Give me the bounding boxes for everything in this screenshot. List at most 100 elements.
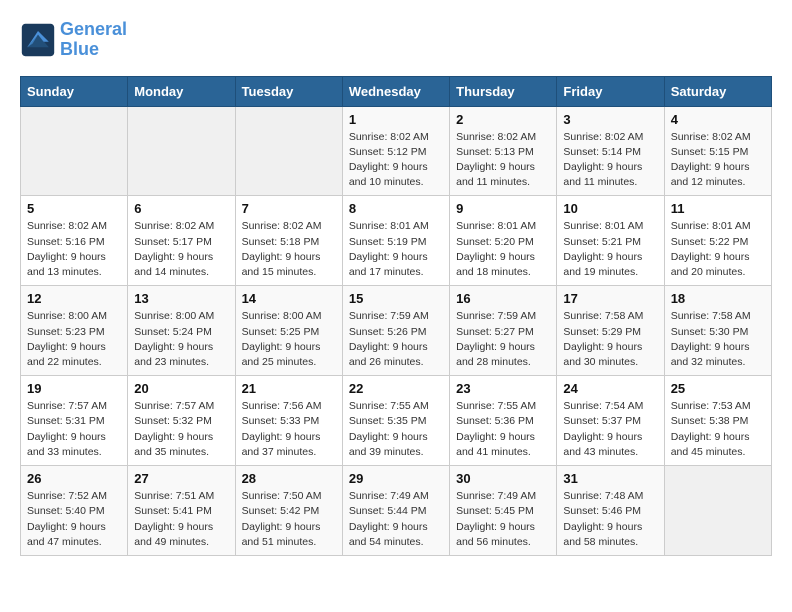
calendar-cell: 1 Sunrise: 8:02 AM Sunset: 5:12 PM Daylig… [342,106,449,196]
calendar-cell: 30 Sunrise: 7:49 AM Sunset: 5:45 PM Dayli… [450,466,557,556]
calendar-cell: 4 Sunrise: 8:02 AM Sunset: 5:15 PM Daylig… [664,106,771,196]
day-info: Sunrise: 7:52 AM Sunset: 5:40 PM Dayligh… [27,489,121,550]
day-number: 6 [134,201,228,216]
calendar-cell: 6Sunrise: 8:02 AM Sunset: 5:17 PM Daylig… [128,196,235,286]
day-info: Sunrise: 8:02 AM Sunset: 5:13 PM Dayligh… [456,130,550,191]
day-info: Sunrise: 8:02 AM Sunset: 5:14 PM Dayligh… [563,130,657,191]
day-info: Sunrise: 7:49 AM Sunset: 5:44 PM Dayligh… [349,489,443,550]
calendar-cell: 20 Sunrise: 7:57 AM Sunset: 5:32 PM Dayli… [128,376,235,466]
weekday-header-friday: Friday [557,76,664,106]
weekday-header-thursday: Thursday [450,76,557,106]
day-number: 24 [563,381,657,396]
calendar-cell: 14 Sunrise: 8:00 AM Sunset: 5:25 PM Dayli… [235,286,342,376]
calendar-cell [21,106,128,196]
day-number: 28 [242,471,336,486]
day-info: Sunrise: 8:00 AM Sunset: 5:24 PM Dayligh… [134,309,228,370]
day-number: 17 [563,291,657,306]
weekday-header-monday: Monday [128,76,235,106]
day-number: 22 [349,381,443,396]
calendar-cell: 24Sunrise: 7:54 AM Sunset: 5:37 PM Dayli… [557,376,664,466]
weekday-header-wednesday: Wednesday [342,76,449,106]
logo: General Blue [20,20,127,60]
weekday-header-tuesday: Tuesday [235,76,342,106]
day-info: Sunrise: 8:01 AM Sunset: 5:22 PM Dayligh… [671,219,765,280]
day-info: Sunrise: 7:53 AM Sunset: 5:38 PM Dayligh… [671,399,765,460]
calendar-cell: 10 Sunrise: 8:01 AM Sunset: 5:21 PM Dayli… [557,196,664,286]
logo-text: General Blue [60,20,127,60]
calendar-cell: 15Sunrise: 7:59 AM Sunset: 5:26 PM Dayli… [342,286,449,376]
day-number: 19 [27,381,121,396]
day-number: 9 [456,201,550,216]
calendar-cell: 26 Sunrise: 7:52 AM Sunset: 5:40 PM Dayli… [21,466,128,556]
day-info: Sunrise: 7:57 AM Sunset: 5:32 PM Dayligh… [134,399,228,460]
calendar-cell: 31 Sunrise: 7:48 AM Sunset: 5:46 PM Dayli… [557,466,664,556]
calendar-week-1: 1 Sunrise: 8:02 AM Sunset: 5:12 PM Daylig… [21,106,772,196]
calendar-cell: 19 Sunrise: 7:57 AM Sunset: 5:31 PM Dayli… [21,376,128,466]
day-info: Sunrise: 7:55 AM Sunset: 5:35 PM Dayligh… [349,399,443,460]
weekday-header-saturday: Saturday [664,76,771,106]
day-info: Sunrise: 7:57 AM Sunset: 5:31 PM Dayligh… [27,399,121,460]
day-info: Sunrise: 8:00 AM Sunset: 5:25 PM Dayligh… [242,309,336,370]
calendar-cell: 23Sunrise: 7:55 AM Sunset: 5:36 PM Dayli… [450,376,557,466]
calendar-cell: 16 Sunrise: 7:59 AM Sunset: 5:27 PM Dayli… [450,286,557,376]
day-number: 18 [671,291,765,306]
calendar-cell [128,106,235,196]
day-number: 2 [456,112,550,127]
day-info: Sunrise: 8:02 AM Sunset: 5:12 PM Dayligh… [349,130,443,191]
calendar-cell: 3 Sunrise: 8:02 AM Sunset: 5:14 PM Daylig… [557,106,664,196]
day-number: 23 [456,381,550,396]
day-number: 26 [27,471,121,486]
logo-icon [20,22,56,58]
calendar-cell: 8 Sunrise: 8:01 AM Sunset: 5:19 PM Daylig… [342,196,449,286]
calendar-cell: 13 Sunrise: 8:00 AM Sunset: 5:24 PM Dayli… [128,286,235,376]
calendar-cell [664,466,771,556]
day-number: 7 [242,201,336,216]
day-number: 31 [563,471,657,486]
calendar-week-4: 19 Sunrise: 7:57 AM Sunset: 5:31 PM Dayli… [21,376,772,466]
day-number: 13 [134,291,228,306]
day-info: Sunrise: 8:01 AM Sunset: 5:19 PM Dayligh… [349,219,443,280]
calendar-cell: 12 Sunrise: 8:00 AM Sunset: 5:23 PM Dayli… [21,286,128,376]
day-info: Sunrise: 8:01 AM Sunset: 5:21 PM Dayligh… [563,219,657,280]
day-number: 10 [563,201,657,216]
day-number: 5 [27,201,121,216]
day-number: 4 [671,112,765,127]
calendar-cell: 11 Sunrise: 8:01 AM Sunset: 5:22 PM Dayli… [664,196,771,286]
day-info: Sunrise: 8:02 AM Sunset: 5:16 PM Dayligh… [27,219,121,280]
day-info: Sunrise: 8:00 AM Sunset: 5:23 PM Dayligh… [27,309,121,370]
calendar-cell: 17 Sunrise: 7:58 AM Sunset: 5:29 PM Dayli… [557,286,664,376]
day-number: 30 [456,471,550,486]
day-info: Sunrise: 8:01 AM Sunset: 5:20 PM Dayligh… [456,219,550,280]
day-info: Sunrise: 8:02 AM Sunset: 5:15 PM Dayligh… [671,130,765,191]
day-info: Sunrise: 7:59 AM Sunset: 5:26 PM Dayligh… [349,309,443,370]
calendar-cell: 21Sunrise: 7:56 AM Sunset: 5:33 PM Dayli… [235,376,342,466]
calendar-week-2: 5 Sunrise: 8:02 AM Sunset: 5:16 PM Daylig… [21,196,772,286]
calendar-cell: 7 Sunrise: 8:02 AM Sunset: 5:18 PM Daylig… [235,196,342,286]
calendar-cell: 28Sunrise: 7:50 AM Sunset: 5:42 PM Dayli… [235,466,342,556]
page-header: General Blue [20,20,772,60]
day-number: 16 [456,291,550,306]
calendar-cell: 2 Sunrise: 8:02 AM Sunset: 5:13 PM Daylig… [450,106,557,196]
day-number: 11 [671,201,765,216]
day-info: Sunrise: 7:59 AM Sunset: 5:27 PM Dayligh… [456,309,550,370]
calendar-cell [235,106,342,196]
calendar-table: SundayMondayTuesdayWednesdayThursdayFrid… [20,76,772,556]
day-info: Sunrise: 7:58 AM Sunset: 5:29 PM Dayligh… [563,309,657,370]
day-info: Sunrise: 8:02 AM Sunset: 5:18 PM Dayligh… [242,219,336,280]
calendar-cell: 25 Sunrise: 7:53 AM Sunset: 5:38 PM Dayli… [664,376,771,466]
calendar-cell: 22 Sunrise: 7:55 AM Sunset: 5:35 PM Dayli… [342,376,449,466]
calendar-week-5: 26 Sunrise: 7:52 AM Sunset: 5:40 PM Dayli… [21,466,772,556]
day-number: 14 [242,291,336,306]
day-number: 20 [134,381,228,396]
day-number: 3 [563,112,657,127]
day-number: 25 [671,381,765,396]
day-info: Sunrise: 7:48 AM Sunset: 5:46 PM Dayligh… [563,489,657,550]
calendar-cell: 29Sunrise: 7:49 AM Sunset: 5:44 PM Dayli… [342,466,449,556]
day-info: Sunrise: 7:56 AM Sunset: 5:33 PM Dayligh… [242,399,336,460]
day-info: Sunrise: 7:49 AM Sunset: 5:45 PM Dayligh… [456,489,550,550]
day-number: 12 [27,291,121,306]
calendar-cell: 9 Sunrise: 8:01 AM Sunset: 5:20 PM Daylig… [450,196,557,286]
day-number: 1 [349,112,443,127]
day-number: 8 [349,201,443,216]
calendar-cell: 27Sunrise: 7:51 AM Sunset: 5:41 PM Dayli… [128,466,235,556]
